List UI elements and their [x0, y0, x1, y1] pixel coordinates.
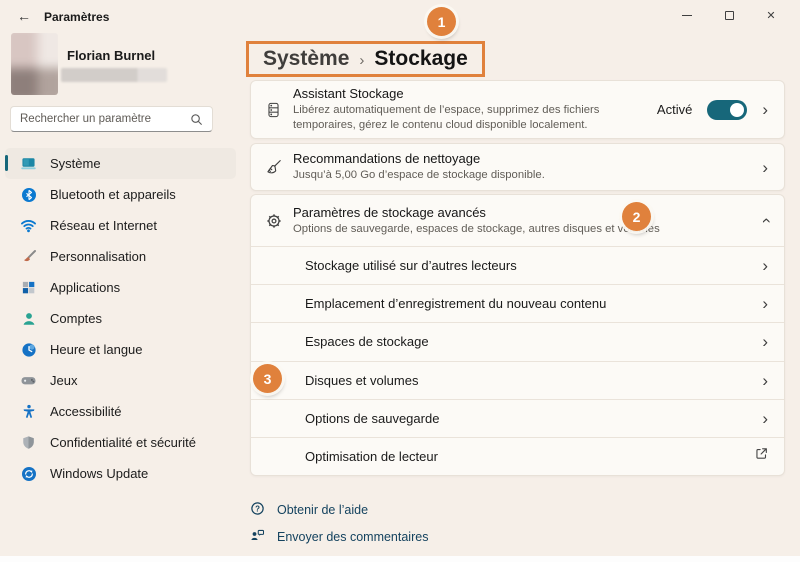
- external-link-icon: [755, 447, 768, 465]
- breadcrumb-parent[interactable]: Système: [263, 47, 349, 71]
- help-icon: ?: [250, 501, 265, 519]
- chevron-right-icon: ›: [762, 410, 768, 427]
- advanced-storage-title: Paramètres de stockage avancés: [293, 205, 754, 220]
- maximize-button[interactable]: [708, 0, 750, 30]
- cleanup-description: Jusqu’à 5,00 Go d’espace de stockage dis…: [293, 168, 693, 183]
- advanced-storage-header[interactable]: Paramètres de stockage avancés Options d…: [251, 195, 784, 246]
- sidebar-item-windows-update[interactable]: Windows Update: [5, 458, 236, 489]
- breadcrumb-separator-icon: ›: [359, 50, 364, 69]
- laptop-icon: [20, 155, 37, 172]
- get-help-label: Obtenir de l’aide: [277, 503, 368, 517]
- chevron-right-icon: ›: [762, 257, 768, 274]
- chevron-right-icon: ›: [762, 101, 768, 118]
- toggle-knob: [730, 103, 744, 117]
- sidebar-item-reseau[interactable]: Réseau et Internet: [5, 210, 236, 241]
- person-icon: [20, 310, 37, 327]
- sidebar-item-label: Applications: [50, 280, 120, 295]
- sidebar-item-label: Système: [50, 156, 101, 171]
- accessibility-icon: [20, 403, 37, 420]
- storage-sense-description: Libérez automatiquement de l’espace, sup…: [293, 103, 649, 133]
- window-controls: ✕: [666, 0, 792, 30]
- cleanup-recommendations-card[interactable]: Recommandations de nettoyage Jusqu’à 5,0…: [250, 143, 785, 191]
- get-help-link[interactable]: ? Obtenir de l’aide: [250, 501, 368, 519]
- annotation-badge-1: 1: [427, 7, 456, 36]
- page-title: Stockage: [374, 47, 467, 71]
- sidebar-item-label: Confidentialité et sécurité: [50, 435, 196, 450]
- cleanup-title: Recommandations de nettoyage: [293, 151, 754, 166]
- breadcrumb: Système › Stockage: [246, 41, 485, 77]
- window-title: Paramètres: [44, 10, 109, 24]
- storage-sense-toggle[interactable]: [707, 100, 747, 120]
- annotation-badge-2: 2: [622, 202, 651, 231]
- sidebar-item-accessibilite[interactable]: Accessibilité: [5, 396, 236, 427]
- sidebar-item-label: Bluetooth et appareils: [50, 187, 176, 202]
- sidebar-item-bluetooth[interactable]: Bluetooth et appareils: [5, 179, 236, 210]
- sidebar-item-label: Comptes: [50, 311, 102, 326]
- sidebar-item-label: Réseau et Internet: [50, 218, 157, 233]
- sidebar-item-applications[interactable]: Applications: [5, 272, 236, 303]
- list-item-backup-options[interactable]: Options de sauvegarde ›: [251, 399, 784, 437]
- avatar[interactable]: [11, 33, 58, 95]
- send-feedback-label: Envoyer des commentaires: [277, 530, 428, 544]
- sidebar-item-label: Jeux: [50, 373, 77, 388]
- selected-indicator: [5, 155, 8, 171]
- update-icon: [20, 465, 37, 482]
- sidebar-item-label: Windows Update: [50, 466, 148, 481]
- user-name: Florian Burnel: [67, 48, 155, 63]
- storage-sense-title: Assistant Stockage: [293, 86, 649, 101]
- feedback-icon: [250, 528, 265, 546]
- list-item-disks-volumes[interactable]: Disques et volumes ›: [251, 361, 784, 399]
- search-input[interactable]: Rechercher un paramètre: [10, 106, 213, 132]
- svg-text:?: ?: [255, 504, 260, 513]
- list-item-storage-spaces[interactable]: Espaces de stockage ›: [251, 322, 784, 360]
- sidebar-item-systeme[interactable]: Système: [5, 148, 236, 179]
- chevron-right-icon: ›: [762, 333, 768, 350]
- sidebar-item-comptes[interactable]: Comptes: [5, 303, 236, 334]
- sidebar-item-personnalisation[interactable]: Personnalisation: [5, 241, 236, 272]
- gear-icon: [265, 212, 293, 230]
- close-icon: ✕: [766, 9, 775, 22]
- sidebar-item-jeux[interactable]: Jeux: [5, 365, 236, 396]
- toggle-status-label: Activé: [657, 102, 692, 117]
- gamepad-icon: [20, 372, 37, 389]
- chevron-up-icon: ›: [757, 218, 774, 224]
- broom-icon: [265, 158, 293, 176]
- minimize-icon: [682, 15, 692, 16]
- maximize-icon: [725, 11, 734, 20]
- sidebar-item-confidentialite[interactable]: Confidentialité et sécurité: [5, 427, 236, 458]
- settings-window: { "titlebar": { "title": "Paramètres" },…: [0, 0, 800, 562]
- search-icon: [190, 113, 203, 126]
- list-item-drive-optimization[interactable]: Optimisation de lecteur: [251, 437, 784, 475]
- minimize-button[interactable]: [666, 0, 708, 30]
- wifi-icon: [20, 217, 37, 234]
- storage-sense-card[interactable]: Assistant Stockage Libérez automatiqueme…: [250, 80, 785, 139]
- chevron-right-icon: ›: [762, 159, 768, 176]
- sidebar-item-heure-langue[interactable]: Heure et langue: [5, 334, 236, 365]
- avatar-image: [11, 33, 58, 95]
- paintbrush-icon: [20, 248, 37, 265]
- shield-icon: [20, 434, 37, 451]
- close-button[interactable]: ✕: [750, 0, 792, 30]
- send-feedback-link[interactable]: Envoyer des commentaires: [250, 528, 428, 546]
- sidebar-item-label: Personnalisation: [50, 249, 146, 264]
- back-icon[interactable]: ←: [17, 8, 31, 24]
- sidebar-nav: Système Bluetooth et appareils Réseau et…: [5, 148, 236, 489]
- chevron-right-icon: ›: [762, 295, 768, 312]
- user-email-redacted: [61, 68, 167, 82]
- bluetooth-icon: [20, 186, 37, 203]
- sidebar-item-label: Heure et langue: [50, 342, 143, 357]
- list-item-save-locations[interactable]: Emplacement d’enregistrement du nouveau …: [251, 284, 784, 322]
- apps-icon: [20, 279, 37, 296]
- advanced-storage-expander: Paramètres de stockage avancés Options d…: [250, 194, 785, 476]
- annotation-badge-3: 3: [253, 364, 282, 393]
- sidebar-item-label: Accessibilité: [50, 404, 122, 419]
- list-item-storage-other-drives[interactable]: Stockage utilisé sur d’autres lecteurs ›: [251, 246, 784, 284]
- search-placeholder: Rechercher un paramètre: [20, 113, 190, 125]
- clock-icon: [20, 341, 37, 358]
- window-bottom-edge: [0, 556, 800, 562]
- storage-sense-icon: [265, 101, 293, 119]
- chevron-right-icon: ›: [762, 372, 768, 389]
